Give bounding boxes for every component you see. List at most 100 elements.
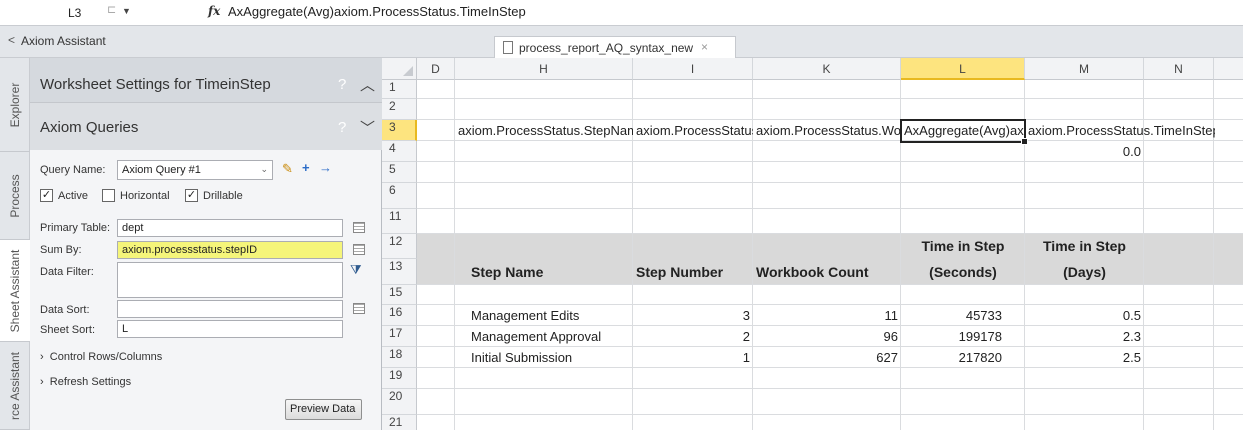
cell-time-seconds[interactable]: 45733 [901,308,1005,323]
tab-explorer-label: Explorer [8,82,22,127]
primary-table-field[interactable]: dept [117,219,343,237]
cell-time-seconds[interactable]: 217820 [901,350,1005,365]
row-header-17[interactable]: 17 [382,326,417,347]
column-picker-icon[interactable] [353,244,365,255]
tab-source-assistant-label: rce Assistant [8,351,22,420]
data-sort-label: Data Sort: [40,304,90,316]
cell-step-number[interactable]: 2 [633,329,753,344]
edit-pencil-icon[interactable]: ✎ [282,161,293,177]
cell-m3[interactable]: axiom.ProcessStatus.TimeInStep [1025,123,1215,138]
sort-picker-icon[interactable] [353,303,365,314]
table-row [417,368,1243,389]
document-tab[interactable]: process_report_AQ_syntax_new × [494,36,736,58]
axiom-queries-title: Axiom Queries [40,119,139,136]
row-header-13[interactable]: 13 [382,259,417,285]
preview-data-button[interactable]: Preview Data [285,399,362,420]
row-header-12[interactable]: 12 [382,234,417,259]
row-header-18[interactable]: 18 [382,347,417,368]
add-query-icon[interactable]: + [302,160,310,175]
cell-time-days[interactable]: 2.3 [1025,329,1144,344]
cell-workbook-count[interactable]: 11 [753,308,901,323]
table-row [417,183,1243,209]
drillable-label: Drillable [203,190,243,202]
tab-source-assistant[interactable]: rce Assistant [0,342,30,430]
name-box[interactable]: L3 ▼ [32,3,154,22]
data-filter-field[interactable] [117,262,343,298]
sheet-sort-label: Sheet Sort: [40,324,96,336]
table-row [417,389,1243,415]
primary-table-label: Primary Table: [40,222,111,234]
data-sort-field[interactable] [117,300,343,318]
close-tab-icon[interactable]: × [701,40,708,54]
col-header-k[interactable]: K [753,58,901,80]
row-header-2[interactable]: 2 [382,99,417,120]
select-all-corner[interactable] [382,58,417,80]
col-header-h[interactable]: H [455,58,633,80]
control-rows-expander[interactable]: › Control Rows/Columns [40,351,162,363]
collapse-chevron-icon[interactable]: < [8,33,15,47]
tab-sheet-assistant[interactable]: Sheet Assistant [0,240,30,342]
table-picker-icon[interactable] [353,222,365,233]
row-header-11[interactable]: 11 [382,209,417,234]
cell-step-name[interactable]: Management Edits [455,308,633,323]
sum-by-field[interactable]: axiom.processstatus.stepID [117,241,343,259]
help-icon[interactable]: ? [338,76,346,93]
help-icon[interactable]: ? [338,119,346,136]
col-header-m[interactable]: M [1025,58,1144,80]
col-header-d[interactable]: D [417,58,455,80]
name-box-value: L3 [68,6,82,20]
document-tab-strip: process_report_AQ_syntax_new × [382,26,1243,58]
tab-explorer[interactable]: Explorer [0,58,30,152]
row-header-5[interactable]: 5 [382,162,417,183]
row-header-3[interactable]: 3 [382,120,417,141]
refresh-settings-expander[interactable]: › Refresh Settings [40,376,131,388]
cell-step-number[interactable]: 1 [633,350,753,365]
insert-function-icon[interactable]: fx [208,4,220,18]
cell-m4[interactable]: 0.0 [1025,144,1144,159]
row-header-16[interactable]: 16 [382,305,417,326]
query-name-select[interactable]: Axiom Query #1 ⌄ [117,160,273,180]
horizontal-checkbox[interactable] [102,189,115,202]
worksheet-settings-title: Worksheet Settings for TimeinStep [40,76,271,93]
row-header-6[interactable]: 6 [382,183,417,209]
row-header-1[interactable]: 1 [382,80,417,99]
cell-workbook-count[interactable]: 96 [753,329,901,344]
row-header-4[interactable]: 4 [382,141,417,162]
col-header-l[interactable]: L [901,58,1025,80]
col-header-n[interactable]: N [1144,58,1214,80]
filter-icon[interactable]: ⧩ [350,262,362,278]
cell-time-days[interactable]: 0.5 [1025,308,1144,323]
cell-i3[interactable]: axiom.ProcessStatus.StepNumber [633,123,753,138]
row-header-21[interactable]: 21 [382,415,417,430]
cell-workbook-count[interactable]: 627 [753,350,901,365]
cell-step-name[interactable]: Initial Submission [455,350,633,365]
row-header-15[interactable]: 15 [382,285,417,305]
axiom-queries-header[interactable]: Axiom Queries ? ﹀ [30,102,382,150]
cell-step-number[interactable]: 3 [633,308,753,323]
sheet-sort-field[interactable]: L [117,320,343,338]
active-checkbox[interactable]: ✓ [40,189,53,202]
table-row [417,99,1243,120]
spreadsheet-grid[interactable]: D H I K L M N 1 2 3 4 5 6 11 12 13 15 16… [382,58,1243,430]
chevron-up-icon[interactable]: ︿ [360,74,375,95]
cell-time-seconds[interactable]: 199178 [901,329,1005,344]
cell-h3[interactable]: axiom.ProcessStatus.StepName [455,123,633,138]
table-row [417,80,1243,99]
drillable-checkbox[interactable]: ✓ [185,189,198,202]
next-arrow-icon[interactable]: → [319,160,332,175]
col-header-i[interactable]: I [633,58,753,80]
cell-time-days[interactable]: 2.5 [1025,350,1144,365]
formula-cancel-icon[interactable]: ⊏ [107,3,127,21]
row-header-19[interactable]: 19 [382,368,417,389]
row-header-20[interactable]: 20 [382,389,417,415]
chevron-down-icon[interactable]: ﹀ [360,117,375,138]
cell-k3[interactable]: axiom.ProcessStatus.WorkbookCount [753,123,901,138]
formula-input[interactable]: AxAggregate(Avg)axiom.ProcessStatus.Time… [228,4,526,19]
header-time-seconds-line1: Time in Step [921,238,1005,254]
tab-process[interactable]: Process [0,152,30,240]
document-icon [503,41,513,54]
col-header-o[interactable] [1214,58,1243,80]
header-step-number: Step Number [636,264,724,280]
cell-step-name[interactable]: Management Approval [455,329,633,344]
horizontal-label: Horizontal [120,190,170,202]
